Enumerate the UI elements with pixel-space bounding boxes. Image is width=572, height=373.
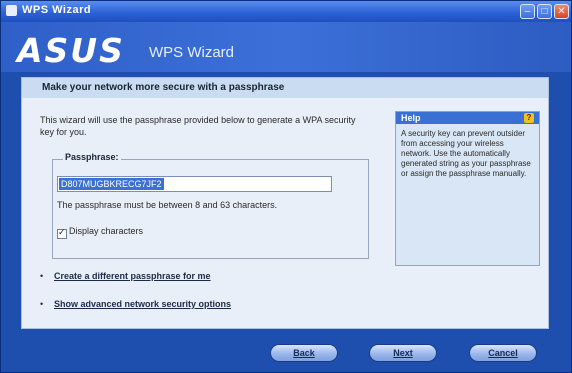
checkmark-icon: ✓	[58, 227, 66, 237]
passphrase-hint: The passphrase must be between 8 and 63 …	[57, 200, 278, 210]
display-characters-checkbox[interactable]: ✓	[57, 227, 67, 239]
bullet-icon: •	[40, 299, 44, 309]
content-heading-bar: Make your network more secure with a pas…	[22, 78, 548, 98]
help-question-icon[interactable]: ?	[524, 113, 534, 123]
asus-logo: ASUS	[17, 31, 125, 70]
passphrase-label: Passphrase:	[63, 152, 121, 162]
window-title: WPS Wizard	[22, 4, 92, 16]
passphrase-group: Passphrase: D807MUGBKRECG7JF2 The passph…	[52, 152, 369, 259]
minimize-button[interactable]: ‒	[520, 4, 535, 19]
app-icon	[6, 5, 17, 16]
help-text: A security key can prevent outsider from…	[401, 129, 531, 178]
close-button[interactable]: ✕	[554, 4, 569, 19]
display-characters-label[interactable]: Display characters	[69, 226, 143, 236]
help-header: Help ?	[396, 112, 539, 124]
cancel-button[interactable]: Cancel	[469, 344, 537, 362]
content-heading: Make your network more secure with a pas…	[42, 82, 285, 93]
help-panel: Help ? A security key can prevent outsid…	[395, 111, 540, 266]
next-button-label: Next	[393, 348, 413, 358]
create-passphrase-link[interactable]: Create a different passphrase for me	[54, 271, 211, 281]
back-button-label: Back	[293, 348, 315, 358]
content-panel: Make your network more secure with a pas…	[21, 77, 549, 329]
close-icon: ✕	[557, 6, 566, 17]
cancel-button-label: Cancel	[488, 348, 518, 358]
wps-wizard-window: WPS Wizard ‒ □ ✕ ASUS WPS Wizard Make yo…	[0, 0, 572, 373]
maximize-icon: □	[541, 6, 548, 17]
maximize-button[interactable]: □	[537, 4, 552, 19]
wizard-description: This wizard will use the passphrase prov…	[40, 115, 356, 137]
help-title: Help	[401, 113, 421, 123]
minimize-icon: ‒	[524, 6, 531, 17]
advanced-security-options-link[interactable]: Show advanced network security options	[54, 299, 231, 309]
passphrase-value: D807MUGBKRECG7JF2	[59, 178, 164, 190]
wizard-title: WPS Wizard	[149, 44, 235, 61]
back-button[interactable]: Back	[270, 344, 338, 362]
wizard-header: ASUS WPS Wizard	[1, 22, 571, 72]
next-button[interactable]: Next	[369, 344, 437, 362]
bullet-icon: •	[40, 271, 44, 281]
title-bar[interactable]: WPS Wizard ‒ □ ✕	[1, 1, 571, 22]
passphrase-input[interactable]: D807MUGBKRECG7JF2	[57, 176, 332, 192]
